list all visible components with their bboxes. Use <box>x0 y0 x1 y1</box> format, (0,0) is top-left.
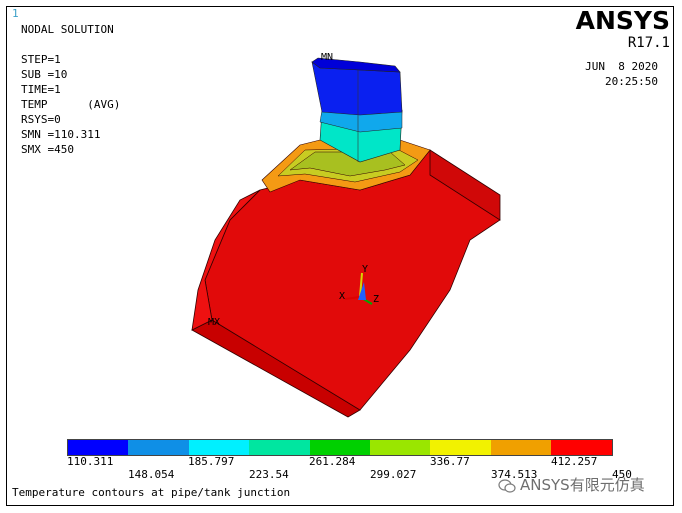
plot-time: 20:25:50 <box>605 75 658 88</box>
info-step: STEP=1 <box>21 53 61 66</box>
legend-color-swatch <box>551 440 612 455</box>
info-temp: TEMP (AVG) <box>21 98 121 111</box>
info-rsys: RSYS=0 <box>21 113 61 126</box>
info-substep: SUB =10 <box>21 68 68 81</box>
legend-color-swatch <box>249 440 310 455</box>
plot-date: JUN 8 2020 <box>585 60 658 73</box>
legend-color-swatch <box>128 440 189 455</box>
triad-z-label: Z <box>373 294 380 305</box>
triad-y-label: Y <box>362 264 369 275</box>
solution-info-panel: NODAL SOLUTION STEP=1 SUB =10 TIME=1 TEM… <box>21 22 120 157</box>
triad-x-label: X <box>339 291 346 302</box>
solution-title: NODAL SOLUTION <box>21 23 114 36</box>
info-smx: SMX =450 <box>21 143 74 156</box>
legend-value: 148.054 <box>128 468 175 481</box>
legend-color-swatch <box>430 440 491 455</box>
plot-caption: Temperature contours at pipe/tank juncti… <box>12 486 291 499</box>
contour-legend-bar <box>67 439 613 456</box>
legend-color-swatch <box>188 440 250 455</box>
legend-color-swatch <box>490 440 552 455</box>
legend-value: 412.257 <box>551 455 598 468</box>
ansys-logo: ANSYS <box>575 6 670 35</box>
legend-color-swatch <box>68 440 129 455</box>
legend-value: 110.311 <box>67 455 114 468</box>
info-smn: SMN =110.311 <box>21 128 101 141</box>
watermark-text: ANSYS有限元仿真 <box>520 476 645 494</box>
legend-value: 223.54 <box>249 468 289 481</box>
watermark: ANSYS有限元仿真 <box>498 474 645 495</box>
legend-color-swatch <box>309 440 370 455</box>
legend-color-swatch <box>369 440 431 455</box>
legend-value: 299.027 <box>370 468 417 481</box>
legend-value: 185.797 <box>188 455 235 468</box>
legend-value: 336.77 <box>430 455 470 468</box>
max-marker: MX <box>208 317 221 328</box>
min-marker: MN <box>321 52 334 63</box>
ansys-version: R17.1 <box>627 35 670 51</box>
info-time: TIME=1 <box>21 83 61 96</box>
legend-value: 261.284 <box>309 455 356 468</box>
wechat-icon <box>498 478 516 493</box>
window-number: 1 <box>12 7 19 20</box>
